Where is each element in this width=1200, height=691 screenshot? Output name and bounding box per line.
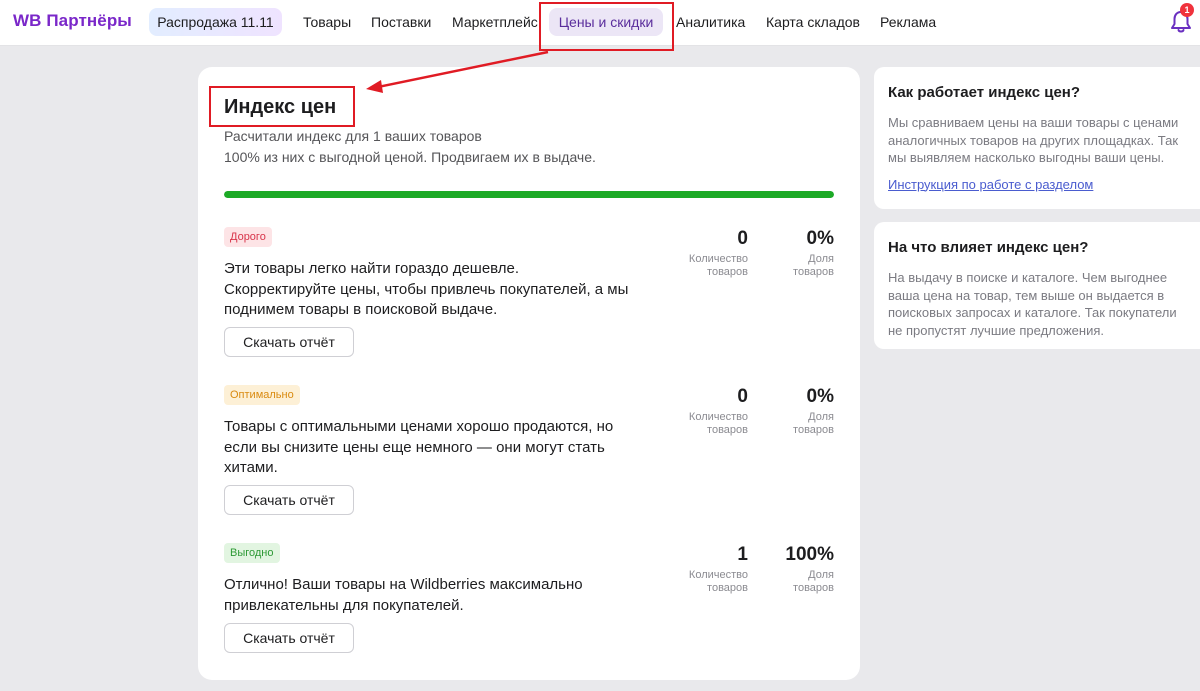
stat-share-value: 100%	[785, 544, 834, 565]
progress-fill-green	[224, 191, 834, 198]
stat-count: 1 Количество товаров	[689, 543, 748, 595]
nav-item-marketplace[interactable]: Маркетплейс	[452, 14, 538, 30]
info-card-text: На выдачу в поиске и каталоге. Чем выгод…	[888, 270, 1177, 338]
text-line: Отлично! Ваши товары на Wildberries макс…	[224, 576, 583, 593]
stat-share-value: 0%	[806, 228, 834, 249]
stat-count: 0 Количество товаров	[689, 227, 748, 279]
stat-share: 0% Доля товаров	[793, 227, 834, 279]
info-card-title: Как работает индекс цен?	[888, 84, 1081, 101]
stat-share: 100% Доля товаров	[785, 543, 834, 595]
top-navigation-bar: WB Партнёры Распродажа 11.11 Товары Пост…	[0, 0, 1200, 46]
text-line: если вы снизите цены еще немного — они м…	[224, 438, 605, 456]
nav-item-products[interactable]: Товары	[303, 14, 351, 30]
price-index-progress-bar	[224, 191, 834, 198]
nav-item-supplies[interactable]: Поставки	[371, 14, 431, 30]
stat-share-label: Доля товаров	[785, 569, 834, 595]
label-line: товаров	[707, 424, 748, 436]
text-line: привлекательны для покупателей.	[224, 596, 464, 614]
section-optimal-text: Товары с оптимальными ценами хорошо прод…	[224, 417, 644, 479]
section-expensive: Дорого Эти товары легко найти гораздо де…	[224, 227, 834, 367]
nav-item-prices-discounts[interactable]: Цены и скидки	[549, 8, 663, 36]
notification-badge: 1	[1180, 3, 1194, 17]
label-line: Доля	[808, 253, 834, 265]
stat-count-label: Количество товаров	[689, 253, 748, 279]
stat-count-value: 0	[737, 386, 748, 407]
label-line: Доля	[808, 411, 834, 423]
subtitle-line-1: Расчитали индекс для 1 ваших товаров	[224, 128, 482, 144]
stat-count-value: 1	[737, 544, 748, 565]
subtitle-line-2: 100% из них с выгодной ценой. Продвигаем…	[224, 149, 596, 165]
text-line: хитами.	[224, 459, 278, 476]
text-line: Скорректируйте цены, чтобы привлечь поку…	[224, 280, 629, 298]
stat-count-label: Количество товаров	[689, 569, 748, 595]
info-card-text: Мы сравниваем цены на ваши товары с цена…	[888, 115, 1179, 165]
nav-item-analytics[interactable]: Аналитика	[676, 14, 745, 30]
nav-item-warehouse-map[interactable]: Карта складов	[766, 14, 860, 30]
stat-count-value: 0	[737, 228, 748, 249]
section-optimal: Оптимально Товары с оптимальными ценами …	[224, 385, 834, 525]
text-line: Эти товары легко найти гораздо дешевле.	[224, 260, 520, 277]
logo[interactable]: WB Партнёры	[13, 11, 132, 31]
info-card-what-it-affects: На что влияет индекс цен? На выдачу в по…	[874, 222, 1200, 349]
stat-count-label: Количество товаров	[689, 411, 748, 437]
stat-share: 0% Доля товаров	[793, 385, 834, 437]
label-line: товаров	[793, 582, 834, 594]
label-line: Доля	[808, 569, 834, 581]
download-report-button-expensive[interactable]: Скачать отчёт	[224, 327, 354, 357]
section-expensive-text: Эти товары легко найти гораздо дешевле. …	[224, 259, 644, 321]
stat-share-value: 0%	[806, 386, 834, 407]
stat-share-label: Доля товаров	[793, 253, 834, 279]
download-report-button-profitable[interactable]: Скачать отчёт	[224, 623, 354, 653]
promo-sale-button[interactable]: Распродажа 11.11	[149, 8, 282, 36]
label-line: товаров	[793, 424, 834, 436]
info-card-title: На что влияет индекс цен?	[888, 239, 1089, 256]
badge-optimal: Оптимально	[224, 385, 300, 405]
text-line: Товары с оптимальными ценами хорошо прод…	[224, 418, 614, 435]
info-card-how-it-works: Как работает индекс цен? Мы сравниваем ц…	[874, 67, 1200, 209]
section-profitable-text: Отлично! Ваши товары на Wildberries макс…	[224, 575, 644, 616]
stat-share-label: Доля товаров	[793, 411, 834, 437]
instruction-link[interactable]: Инструкция по работе с разделом	[888, 177, 1093, 192]
page-subtitle: Расчитали индекс для 1 ваших товаров 100…	[224, 126, 596, 168]
label-line: Количество	[688, 569, 748, 581]
badge-profitable: Выгодно	[224, 543, 280, 563]
label-line: товаров	[707, 266, 748, 278]
label-line: товаров	[707, 582, 748, 594]
badge-expensive: Дорого	[224, 227, 272, 247]
label-line: Количество	[688, 411, 748, 423]
stat-count: 0 Количество товаров	[689, 385, 748, 437]
nav-item-ads[interactable]: Реклама	[880, 14, 936, 30]
page-title: Индекс цен	[224, 96, 337, 118]
label-line: Количество	[688, 253, 748, 265]
text-line: поднимем товары в поисковой выдаче.	[224, 301, 498, 318]
label-line: товаров	[793, 266, 834, 278]
section-profitable: Выгодно Отлично! Ваши товары на Wildberr…	[224, 543, 834, 683]
download-report-button-optimal[interactable]: Скачать отчёт	[224, 485, 354, 515]
